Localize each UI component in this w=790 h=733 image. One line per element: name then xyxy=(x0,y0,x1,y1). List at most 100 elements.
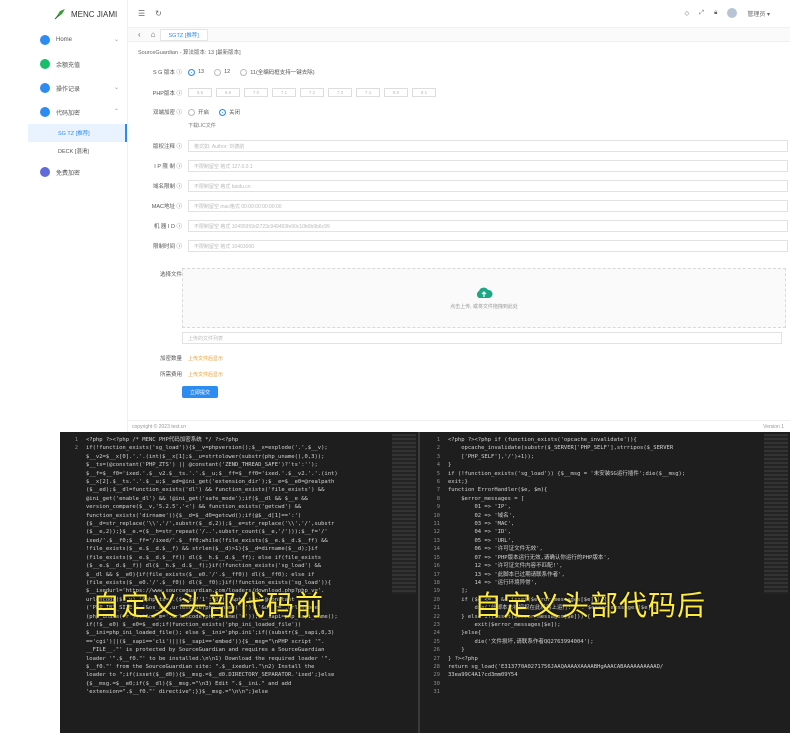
version-label: Version 1 xyxy=(763,423,784,430)
app-screenshot: MENC JIAMI Home ⌄ 余额充值 操作记录 ⌄ 代码加密 ⌃ SG TZ [推荐]… xyxy=(0,0,790,432)
tag-icon[interactable]: ◇ xyxy=(685,10,690,17)
field-label: 限制时间 ⓘ xyxy=(152,244,182,250)
php-version-chip[interactable]: 7.0 xyxy=(244,88,268,97)
sidebar-item-label: 余额充值 xyxy=(56,62,81,69)
sidebar-item[interactable]: 操作记录 ⌄ xyxy=(28,76,127,100)
menu-icon[interactable]: ☰ xyxy=(138,9,145,18)
refresh-icon[interactable]: ↻ xyxy=(155,9,162,18)
php-version-chip[interactable]: 7.3 xyxy=(328,88,352,97)
field-input[interactable]: 不限制留空 格式 127.0.0.1 xyxy=(188,160,788,172)
php-version-chips: 5.5 5.6 7.0 7.1 7.2 7.3 7.4 8.0 8.1 xyxy=(188,88,440,97)
field-input[interactable]: 不限制留空 格式 baidu.cn xyxy=(188,180,788,192)
code-line: } ?><?php xyxy=(448,655,478,662)
fullscreen-icon[interactable]: ⤢ xyxy=(699,10,704,17)
file-label: 选择文件 xyxy=(159,272,182,278)
php-version-chip[interactable]: 8.1 xyxy=(412,88,436,97)
encrypt-form: SourceGuardian - 算法版本: 13 [最新版本] S G 版本 … xyxy=(128,42,790,420)
lic-download-hint[interactable]: 下载LIC文件 xyxy=(188,122,216,129)
code-line: function ErrorHandler($e, $m){ xyxy=(448,487,548,494)
sidebar-item[interactable]: Home ⌄ xyxy=(28,28,127,52)
sidebar-item-label: 操作记录 xyxy=(56,86,81,93)
tab-active[interactable]: SGTZ [推荐] xyxy=(159,28,208,41)
dual-option-on[interactable]: 开启 xyxy=(188,108,209,116)
sidebar-menu: Home ⌄ 余额充值 操作记录 ⌄ 代码加密 ⌃ SG TZ [推荐] DECK [混淆] 免费… xyxy=(28,28,127,184)
php-version-chip[interactable]: 8.0 xyxy=(384,88,408,97)
code-comparison: 12 <?php ?><?php /* MENC PHP代码加密系统 */ ?>… xyxy=(60,432,790,733)
field-label: MAC地址 ⓘ xyxy=(151,204,182,210)
chevron-icon: ⌃ xyxy=(113,109,119,115)
lock-icon[interactable]: 🔒︎ xyxy=(714,10,717,17)
footer: copyright © 2023 test.cn Version 1 xyxy=(128,420,790,432)
code-line: $__dl && $__e0){if(file_exists($__e0.'/'… xyxy=(86,571,315,578)
sg-option-12[interactable]: 12 xyxy=(214,68,230,76)
php-version-chip[interactable]: 7.2 xyxy=(300,88,324,97)
code-line: if (!function_exists('sg_load')) {$__msg… xyxy=(448,470,686,477)
user-menu[interactable]: 管理员 ▾ xyxy=(747,9,770,18)
sidebar-item-label: 代码加密 xyxy=(56,110,81,117)
php-version-chip[interactable]: 7.4 xyxy=(356,88,380,97)
cost-label: 所需费用 xyxy=(159,372,182,378)
radio-checked xyxy=(188,68,195,76)
home-icon[interactable]: ⌂ xyxy=(151,30,156,39)
chevron-icon: ⌄ xyxy=(113,37,119,43)
line-numbers: 1 2 3 4 5 6 7 8 9 10 11 12 13 14 15 16 17 18 19 20 21 22 23 24 2… xyxy=(433,437,440,696)
submit-button[interactable]: 立即提交 xyxy=(182,386,218,398)
php-version-chip[interactable]: 5.5 xyxy=(188,88,212,97)
minimap[interactable] xyxy=(392,434,416,594)
code-line: __FILE__."' is protected by SourceGuardi… xyxy=(86,647,325,654)
code-line: 01 => 'IP', xyxy=(448,504,511,511)
minimap[interactable] xyxy=(764,434,788,594)
sidebar-item[interactable]: 余额充值 xyxy=(28,52,127,76)
tab-bar: ‹ ⌂ SGTZ [推荐] xyxy=(128,28,790,42)
code-line: $__ts=(@constant('PHP_ZTS') || @constant… xyxy=(86,462,318,469)
cost-row: 所需费用 上传文件后显示 xyxy=(138,370,223,379)
sidebar-subitem[interactable]: DECK [混淆] xyxy=(28,142,127,160)
code-line: 12 => '许可证文件内容不匹配!', xyxy=(448,563,563,570)
dual-encrypt-row: 双端加密 ⓘ 开启 关闭 xyxy=(138,108,250,116)
sidebar-item-icon xyxy=(40,59,50,69)
code-line: 03 => 'MAC', xyxy=(448,521,515,528)
radio-unchecked xyxy=(214,68,222,76)
upload-dropzone[interactable]: 点击上传, 或将文件拖拽到此处 xyxy=(182,268,786,328)
code-line: 02 => '域名', xyxy=(448,512,516,519)
upload-text: 点击上传, 或将文件拖拽到此处 xyxy=(450,303,518,310)
code-line: $__f0."' from the SourceGuardian site: "… xyxy=(86,663,315,670)
sidebar-subitem[interactable]: SG TZ [推荐] xyxy=(28,124,127,142)
cloud-upload-icon xyxy=(476,287,493,298)
code-line: ($__ed);$__dl=function_exists('dl') && f… xyxy=(86,487,325,494)
sidebar-item-label: Home xyxy=(56,37,73,43)
code-line: !file_exists($__e.$__d.$__f) && strlen($… xyxy=(86,546,318,553)
sidebar-item-free[interactable]: 免费加密 xyxy=(28,160,127,184)
restriction-field-row: 版权注释 ⓘ 格式如: Author: 刘德航 xyxy=(138,140,788,152)
code-line: ['PHP_SELF'],'/')+1)); xyxy=(448,453,535,460)
sidebar-item[interactable]: 代码加密 ⌃ xyxy=(28,100,127,124)
brand-name: MENC JIAMI xyxy=(71,9,118,19)
dual-option-off[interactable]: 关闭 xyxy=(219,108,240,116)
field-input[interactable]: 不限制留空 mac格式 00:00:00:00:00:00 xyxy=(188,200,788,212)
field-label: 域名限制 ⓘ xyxy=(152,184,182,190)
code-line: 05 => 'URL', xyxy=(448,537,515,544)
code-line: {$__msg.=$__e0;if($__dl){$__msg.="\n3) E… xyxy=(86,680,292,687)
sg-option-11[interactable]: 11(全编码框支持一键去除) xyxy=(240,68,315,76)
code-line: if(!function_exists('sg_load')){$__v=php… xyxy=(86,445,328,452)
topbar: ☰ ↻ ◇ ⤢ 🔒︎ 管理员 ▾ xyxy=(128,0,790,28)
field-input[interactable]: 不限制留空 格式 10403000 xyxy=(188,240,788,252)
copyright: copyright © 2023 test.cn xyxy=(132,423,186,430)
php-version-chip[interactable]: 7.1 xyxy=(272,88,296,97)
code-panel-before: 12 <?php ?><?php /* MENC PHP代码加密系统 */ ?>… xyxy=(60,432,420,733)
code-line: opcache_invalidate(substr($_SERVER['PHP_… xyxy=(448,445,674,452)
avatar[interactable] xyxy=(727,8,738,18)
code-line: loader to ";if(isset($__d0)){$__msg.=$__… xyxy=(86,672,335,679)
code-line: loader '".$__f0."' to be installed.\n\n1… xyxy=(86,655,332,662)
sg-option-13[interactable]: 13 xyxy=(188,68,204,76)
sidebar-item-icon xyxy=(40,35,50,45)
encrypt-count-label: 加密数量 xyxy=(159,356,182,362)
code-line: {$__d=str_replace('\\','/',substr($__d,2… xyxy=(86,521,335,528)
field-input[interactable]: 格式如: Author: 刘德航 xyxy=(188,140,788,152)
tab-prev-icon[interactable]: ‹ xyxy=(138,30,141,39)
php-version-chip[interactable]: 5.6 xyxy=(216,88,240,97)
code-line: return sg_load('E313770A0271756JAAQAAAAX… xyxy=(448,663,664,670)
field-input[interactable]: 不限制留空 格式 10495959d2723c949493fe90c10b0b9… xyxy=(188,220,788,232)
code-line: $error_messages = [ xyxy=(448,495,525,502)
sidebar: MENC JIAMI Home ⌄ 余额充值 操作记录 ⌄ 代码加密 ⌃ SG TZ [推荐]… xyxy=(28,0,128,432)
